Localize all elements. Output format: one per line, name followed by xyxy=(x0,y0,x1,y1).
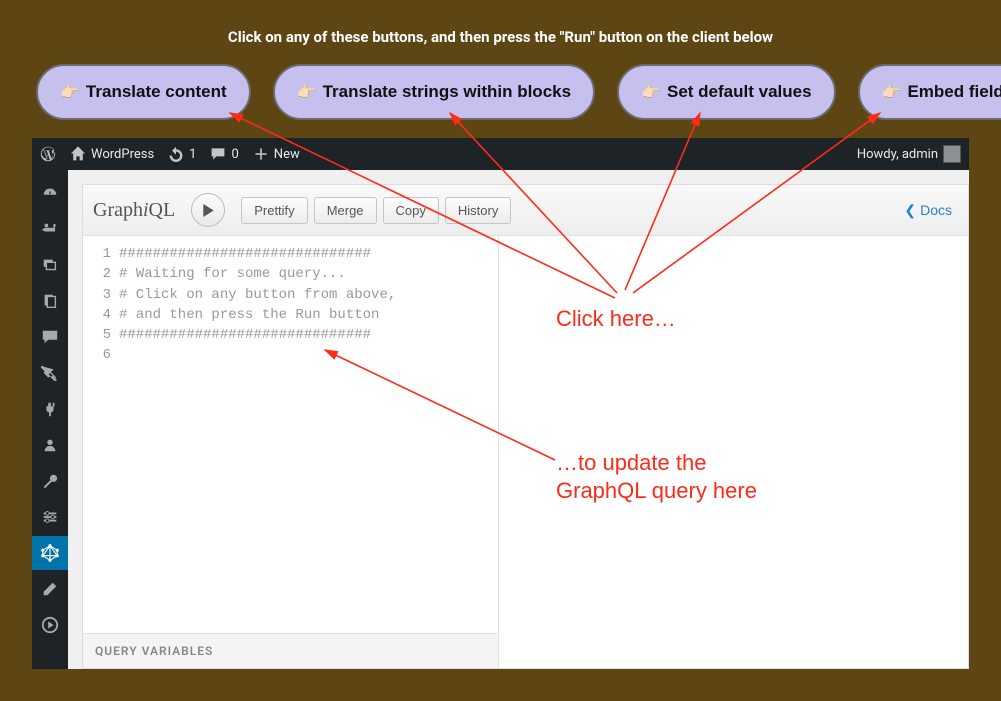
wp-logo-icon[interactable] xyxy=(40,146,56,162)
comment-icon xyxy=(210,146,226,162)
site-name-link[interactable]: WordPress xyxy=(70,146,154,162)
sidebar-item-appearance[interactable] xyxy=(32,356,68,390)
home-icon xyxy=(70,146,86,162)
pointing-hand-icon: 👉🏻 xyxy=(882,82,902,102)
copy-button[interactable]: Copy xyxy=(383,197,439,224)
pointing-hand-icon: 👉🏻 xyxy=(641,82,661,102)
adminbar: WordPress 1 0 New Howdy, admin xyxy=(32,138,969,170)
sidebar-item-graphql[interactable] xyxy=(32,536,68,570)
sidebar-item-users[interactable] xyxy=(32,428,68,462)
sidebar-item-plugins[interactable] xyxy=(32,392,68,426)
instruction-text: Click on any of these buttons, and then … xyxy=(0,0,1001,64)
updates-link[interactable]: 1 xyxy=(168,146,196,162)
pill-translate-content[interactable]: 👉🏻 Translate content xyxy=(36,64,251,120)
result-pane xyxy=(499,236,968,668)
updates-count: 1 xyxy=(189,147,196,162)
merge-button[interactable]: Merge xyxy=(314,197,377,224)
howdy-user[interactable]: Howdy, admin xyxy=(857,145,961,163)
history-button[interactable]: History xyxy=(445,197,511,224)
line-gutter: 1 2 3 4 5 6 xyxy=(83,244,119,625)
pointing-hand-icon: 👉🏻 xyxy=(297,82,317,102)
docs-label: Docs xyxy=(920,202,952,218)
refresh-icon xyxy=(168,146,184,162)
sidebar-item-pages[interactable] xyxy=(32,284,68,318)
query-editor-pane: 1 2 3 4 5 6 ############################… xyxy=(83,236,499,668)
play-icon xyxy=(202,204,215,217)
graphiql-toolbar: GraphiQL Prettify Merge Copy History ❮ D… xyxy=(83,185,968,236)
new-label: New xyxy=(274,147,300,162)
code-lines: ############################## # Waiting… xyxy=(119,244,498,625)
sidebar-item-posts[interactable] xyxy=(32,212,68,246)
pointing-hand-icon: 👉🏻 xyxy=(60,82,80,102)
avatar xyxy=(943,145,961,163)
new-link[interactable]: New xyxy=(253,146,300,162)
chevron-left-icon: ❮ xyxy=(904,202,916,219)
sidebar-item-tools[interactable] xyxy=(32,464,68,498)
pill-label: Embed fields xyxy=(907,82,1001,102)
prettify-button[interactable]: Prettify xyxy=(241,197,307,224)
pill-label: Set default values xyxy=(667,82,812,102)
sidebar-item-play[interactable] xyxy=(32,608,68,642)
sidebar-item-media[interactable] xyxy=(32,248,68,282)
pill-label: Translate content xyxy=(86,82,227,102)
site-name-label: WordPress xyxy=(91,147,154,162)
pill-set-defaults[interactable]: 👉🏻 Set default values xyxy=(617,64,835,120)
pill-translate-strings[interactable]: 👉🏻 Translate strings within blocks xyxy=(273,64,595,120)
query-variables-bar[interactable]: QUERY VARIABLES xyxy=(83,633,498,668)
graphiql-logo: GraphiQL xyxy=(93,199,175,222)
plus-icon xyxy=(253,146,269,162)
comments-link[interactable]: 0 xyxy=(210,146,238,162)
pill-label: Translate strings within blocks xyxy=(323,82,571,102)
admin-sidebar xyxy=(32,170,68,669)
comments-count: 0 xyxy=(231,147,238,162)
action-pills-row: 👉🏻 Translate content 👉🏻 Translate string… xyxy=(0,64,1001,120)
wordpress-admin-window: WordPress 1 0 New Howdy, admin xyxy=(32,138,969,669)
sidebar-item-settings[interactable] xyxy=(32,500,68,534)
howdy-label: Howdy, admin xyxy=(857,147,938,162)
graphql-icon xyxy=(41,544,59,562)
graphiql-panel: GraphiQL Prettify Merge Copy History ❮ D… xyxy=(82,184,969,669)
content-area: GraphiQL Prettify Merge Copy History ❮ D… xyxy=(68,170,969,669)
run-button[interactable] xyxy=(191,193,225,227)
sidebar-item-comments[interactable] xyxy=(32,320,68,354)
sidebar-item-edit[interactable] xyxy=(32,572,68,606)
pill-embed-fields[interactable]: 👉🏻 Embed fields xyxy=(858,64,1001,120)
sidebar-item-dashboard[interactable] xyxy=(32,176,68,210)
code-editor[interactable]: 1 2 3 4 5 6 ############################… xyxy=(83,236,498,633)
docs-button[interactable]: ❮ Docs xyxy=(904,202,958,219)
